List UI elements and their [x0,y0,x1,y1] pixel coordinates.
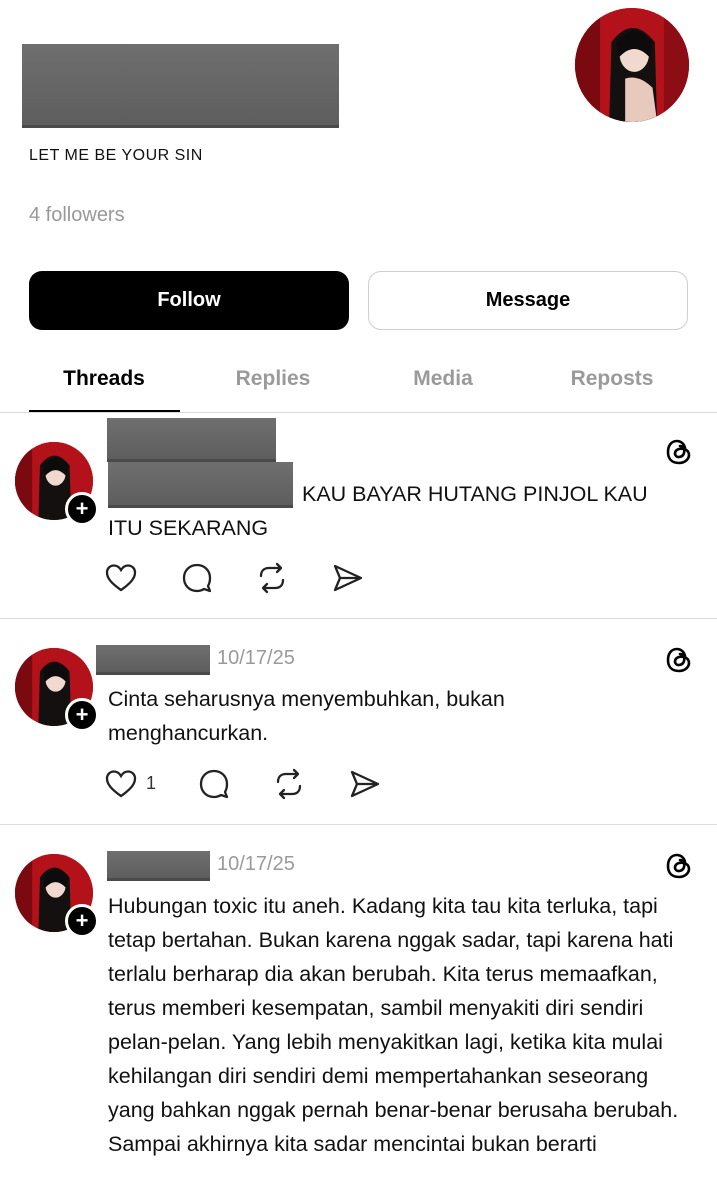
follow-plus-icon[interactable]: + [65,492,99,526]
message-button[interactable]: Message [368,271,688,330]
tab-media[interactable]: Media [368,367,518,391]
thread-post[interactable]: + 10/17/25 Hubungan toxic itu aneh. Kada… [0,826,717,1200]
repost-icon [259,562,285,594]
repost-icon [276,768,302,800]
comment-button[interactable] [197,766,233,802]
post-avatar[interactable]: + [15,442,99,526]
tab-replies[interactable]: Replies [198,367,348,391]
active-tab-indicator [29,410,180,412]
tab-threads[interactable]: Threads [29,367,179,391]
post-text: Cinta seharusnya menyembuhkan, bukan men… [108,687,505,745]
follow-plus-icon[interactable]: + [65,698,99,732]
redacted-username [107,418,276,462]
like-count: 1 [146,773,157,793]
redacted-username [22,44,339,128]
share-button[interactable] [348,766,384,802]
threads-logo-icon[interactable] [663,850,695,882]
share-icon [333,564,363,592]
follow-button[interactable]: Follow [29,271,349,330]
thread-post[interactable]: + 10/17/25 Cinta seharusnya menyembuhkan… [0,620,717,825]
profile-avatar[interactable] [575,8,689,122]
comment-icon [182,563,212,593]
follow-plus-icon[interactable]: + [65,904,99,938]
post-text: Hubungan toxic itu aneh. Kadang kita tau… [108,894,679,1156]
post-avatar[interactable]: + [15,648,99,732]
post-date: 10/17/25 [217,853,295,875]
profile-tabs: Threads Replies Media Reposts [0,355,717,413]
comment-icon [199,769,229,799]
share-icon [350,770,380,798]
threads-logo-icon[interactable] [663,436,695,468]
post-text: ITU SEKARANG [108,516,269,540]
like-button[interactable] [104,560,140,596]
redacted-text [108,462,293,508]
thread-post[interactable]: + KAU BAYAR HUTANG PINJOL KAU ITU SEKARA… [0,414,717,619]
threads-logo-icon[interactable] [663,644,695,676]
heart-icon [105,564,137,592]
redacted-username [96,645,210,675]
post-date: 10/17/25 [217,647,295,669]
followers-count[interactable]: 4 followers [29,204,125,227]
repost-button[interactable] [272,766,308,802]
avatar-image [575,8,689,122]
repost-button[interactable] [255,560,291,596]
post-avatar[interactable]: + [15,854,99,938]
post-text-line: KAU BAYAR HUTANG PINJOL KAU [302,482,648,506]
heart-icon [105,770,137,798]
comment-button[interactable] [180,560,216,596]
like-button[interactable] [104,766,140,802]
profile-bio: LET ME BE YOUR SIN [29,147,203,164]
redacted-username [107,851,210,881]
share-button[interactable] [331,560,367,596]
tab-reposts[interactable]: Reposts [537,367,687,391]
